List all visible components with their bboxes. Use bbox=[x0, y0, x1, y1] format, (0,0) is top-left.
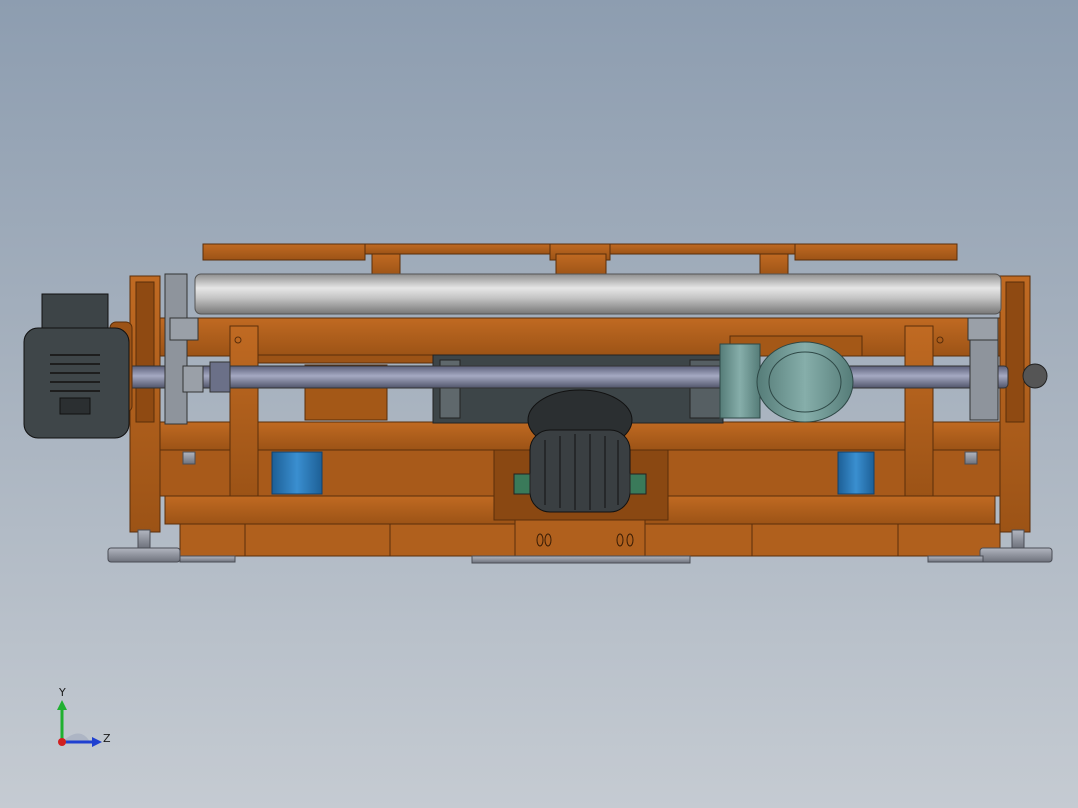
teal-motor bbox=[719, 341, 854, 423]
graphics-viewport[interactable]: Y Z bbox=[0, 0, 1078, 808]
z-axis-label: Z bbox=[103, 732, 111, 745]
z-axis-arrow-icon bbox=[92, 737, 102, 747]
left-gear-motor bbox=[23, 293, 133, 439]
x-axis-dot-icon bbox=[58, 738, 66, 746]
coordinate-triad: Y Z bbox=[40, 680, 130, 760]
y-axis-label: Y bbox=[59, 686, 66, 699]
top-guide-rails bbox=[202, 243, 958, 277]
cad-model-conveyor-assembly[interactable] bbox=[0, 0, 1078, 808]
drive-shaft bbox=[127, 361, 1009, 393]
upper-roller bbox=[194, 273, 1002, 315]
y-axis-arrow-icon bbox=[57, 700, 67, 710]
